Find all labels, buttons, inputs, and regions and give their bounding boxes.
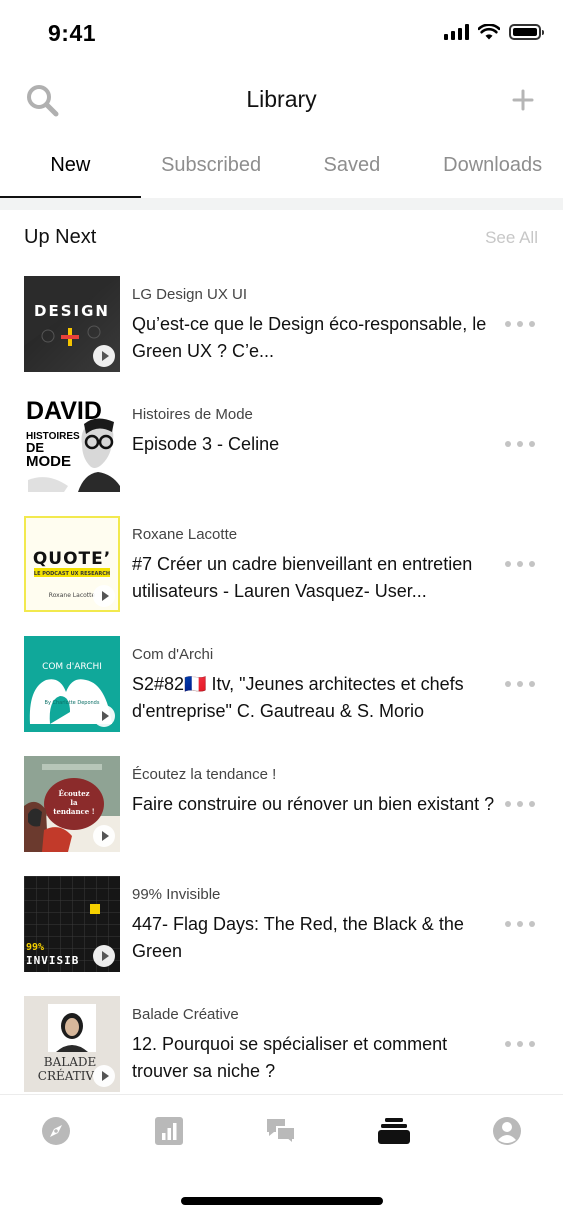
podcast-artwork: Écoutez la tendance ! bbox=[24, 756, 120, 852]
cellular-signal-icon bbox=[444, 24, 469, 40]
podcast-artwork: QUOTE’ LE PODCAST UX RESEARCH Roxane Lac… bbox=[24, 516, 120, 612]
show-name: Com d'Archi bbox=[132, 646, 214, 663]
play-icon[interactable] bbox=[93, 705, 115, 727]
list-item[interactable]: DAVID HISTOIRES DE MODE Histoires de Mod… bbox=[0, 396, 563, 492]
tab-new[interactable]: New bbox=[0, 140, 141, 198]
tab-subscribed[interactable]: Subscribed bbox=[141, 140, 282, 198]
play-icon[interactable] bbox=[93, 945, 115, 967]
list-item[interactable]: QUOTE’ LE PODCAST UX RESEARCH Roxane Lac… bbox=[0, 516, 563, 612]
artwork-text: LE PODCAST UX RESEARCH bbox=[34, 571, 110, 577]
artwork-text: CRÉATIV bbox=[38, 1068, 95, 1083]
play-icon[interactable] bbox=[93, 825, 115, 847]
artwork-text: Écoutez bbox=[58, 789, 89, 798]
artwork-text: 99% bbox=[26, 942, 44, 953]
episode-list: DESIGN LG Design UX UI Qu’est-ce que le … bbox=[0, 276, 563, 1092]
play-icon[interactable] bbox=[93, 1065, 115, 1087]
section-divider bbox=[0, 198, 563, 210]
play-icon[interactable] bbox=[93, 345, 115, 367]
episode-title: #7 Créer un cadre bienveillant en entret… bbox=[132, 554, 473, 601]
podcast-artwork: DAVID HISTOIRES DE MODE bbox=[24, 396, 120, 492]
podcast-artwork: 99% INVISIB bbox=[24, 876, 120, 972]
episode-title: Qu’est-ce que le Design éco-responsable,… bbox=[132, 314, 487, 361]
artwork-text: Roxane Lacotte bbox=[49, 592, 96, 599]
compass-icon bbox=[42, 1116, 71, 1145]
library-stack-icon bbox=[378, 1117, 411, 1144]
chat-icon bbox=[267, 1118, 297, 1146]
podcast-artwork: DESIGN bbox=[24, 276, 120, 372]
list-item[interactable]: DESIGN LG Design UX UI Qu’est-ce que le … bbox=[0, 276, 563, 372]
episode-title: 12. Pourquoi se spécialiser et comment t… bbox=[132, 1034, 448, 1081]
play-icon[interactable] bbox=[93, 585, 115, 607]
nav-library[interactable] bbox=[338, 1095, 451, 1168]
artwork-text: tendance ! bbox=[53, 807, 95, 816]
battery-icon bbox=[509, 24, 544, 40]
artwork-text: BALADE bbox=[44, 1055, 97, 1069]
artwork-text: DESIGN bbox=[34, 302, 110, 320]
wifi-icon bbox=[478, 24, 500, 40]
status-icons bbox=[444, 24, 544, 40]
nav-discover[interactable] bbox=[0, 1095, 113, 1168]
status-time: 9:41 bbox=[48, 20, 97, 46]
tab-saved[interactable]: Saved bbox=[282, 140, 423, 198]
artwork-text: MODE bbox=[26, 453, 71, 470]
more-options-icon[interactable] bbox=[505, 794, 535, 814]
page-title: Library bbox=[246, 86, 317, 112]
section-title: Up Next bbox=[24, 226, 97, 248]
artwork-text: QUOTE’ bbox=[33, 549, 111, 569]
list-item[interactable]: 99% INVISIB 99% Invisible 447- Flag Days… bbox=[0, 876, 563, 972]
episode-title: Episode 3 - Celine bbox=[132, 434, 280, 454]
show-name: 99% Invisible bbox=[132, 886, 221, 903]
see-all-link[interactable]: See All bbox=[485, 228, 538, 248]
more-options-icon[interactable] bbox=[505, 674, 535, 694]
header: Library bbox=[0, 72, 563, 128]
more-options-icon[interactable] bbox=[505, 434, 535, 454]
nav-charts[interactable] bbox=[113, 1095, 226, 1168]
profile-icon bbox=[492, 1116, 521, 1145]
artwork-text: INVISIB bbox=[26, 954, 79, 967]
artwork-text: la bbox=[70, 798, 78, 807]
artwork-text: COM d'ARCHI bbox=[42, 662, 102, 672]
nav-profile[interactable] bbox=[450, 1095, 563, 1168]
more-options-icon[interactable] bbox=[505, 314, 535, 334]
episode-title: Faire construire ou rénover un bien exis… bbox=[132, 794, 495, 814]
more-options-icon[interactable] bbox=[505, 914, 535, 934]
home-indicator[interactable] bbox=[181, 1197, 383, 1205]
show-name: Balade Créative bbox=[132, 1006, 239, 1023]
plus-icon bbox=[512, 89, 534, 111]
show-name: LG Design UX UI bbox=[132, 286, 248, 303]
show-name: Histoires de Mode bbox=[132, 406, 253, 423]
tab-bar: New Subscribed Saved Downloads bbox=[0, 140, 563, 198]
chart-icon bbox=[154, 1116, 183, 1145]
show-name: Écoutez la tendance ! bbox=[132, 766, 277, 783]
add-button[interactable] bbox=[505, 82, 541, 118]
nav-community[interactable] bbox=[225, 1095, 338, 1168]
more-options-icon[interactable] bbox=[505, 554, 535, 574]
list-item[interactable]: BALADE CRÉATIV Balade Créative 12. Pourq… bbox=[0, 996, 563, 1092]
podcast-artwork: COM d'ARCHI By Charlotte Deponds bbox=[24, 636, 120, 732]
episode-title: S2#82🇫🇷 Itv, "Jeunes architectes et chef… bbox=[132, 674, 464, 721]
podcast-artwork: BALADE CRÉATIV bbox=[24, 996, 120, 1092]
bottom-nav bbox=[0, 1094, 563, 1168]
tab-downloads[interactable]: Downloads bbox=[422, 140, 563, 198]
list-item[interactable]: COM d'ARCHI By Charlotte Deponds Com d'A… bbox=[0, 636, 563, 732]
episode-title: 447- Flag Days: The Red, the Black & the… bbox=[132, 914, 464, 961]
more-options-icon[interactable] bbox=[505, 1034, 535, 1054]
show-name: Roxane Lacotte bbox=[132, 526, 238, 543]
status-bar: 9:41 bbox=[0, 0, 563, 68]
list-item[interactable]: Écoutez la tendance ! Écoutez la tendanc… bbox=[0, 756, 563, 852]
artwork-text: By Charlotte Deponds bbox=[45, 700, 100, 706]
